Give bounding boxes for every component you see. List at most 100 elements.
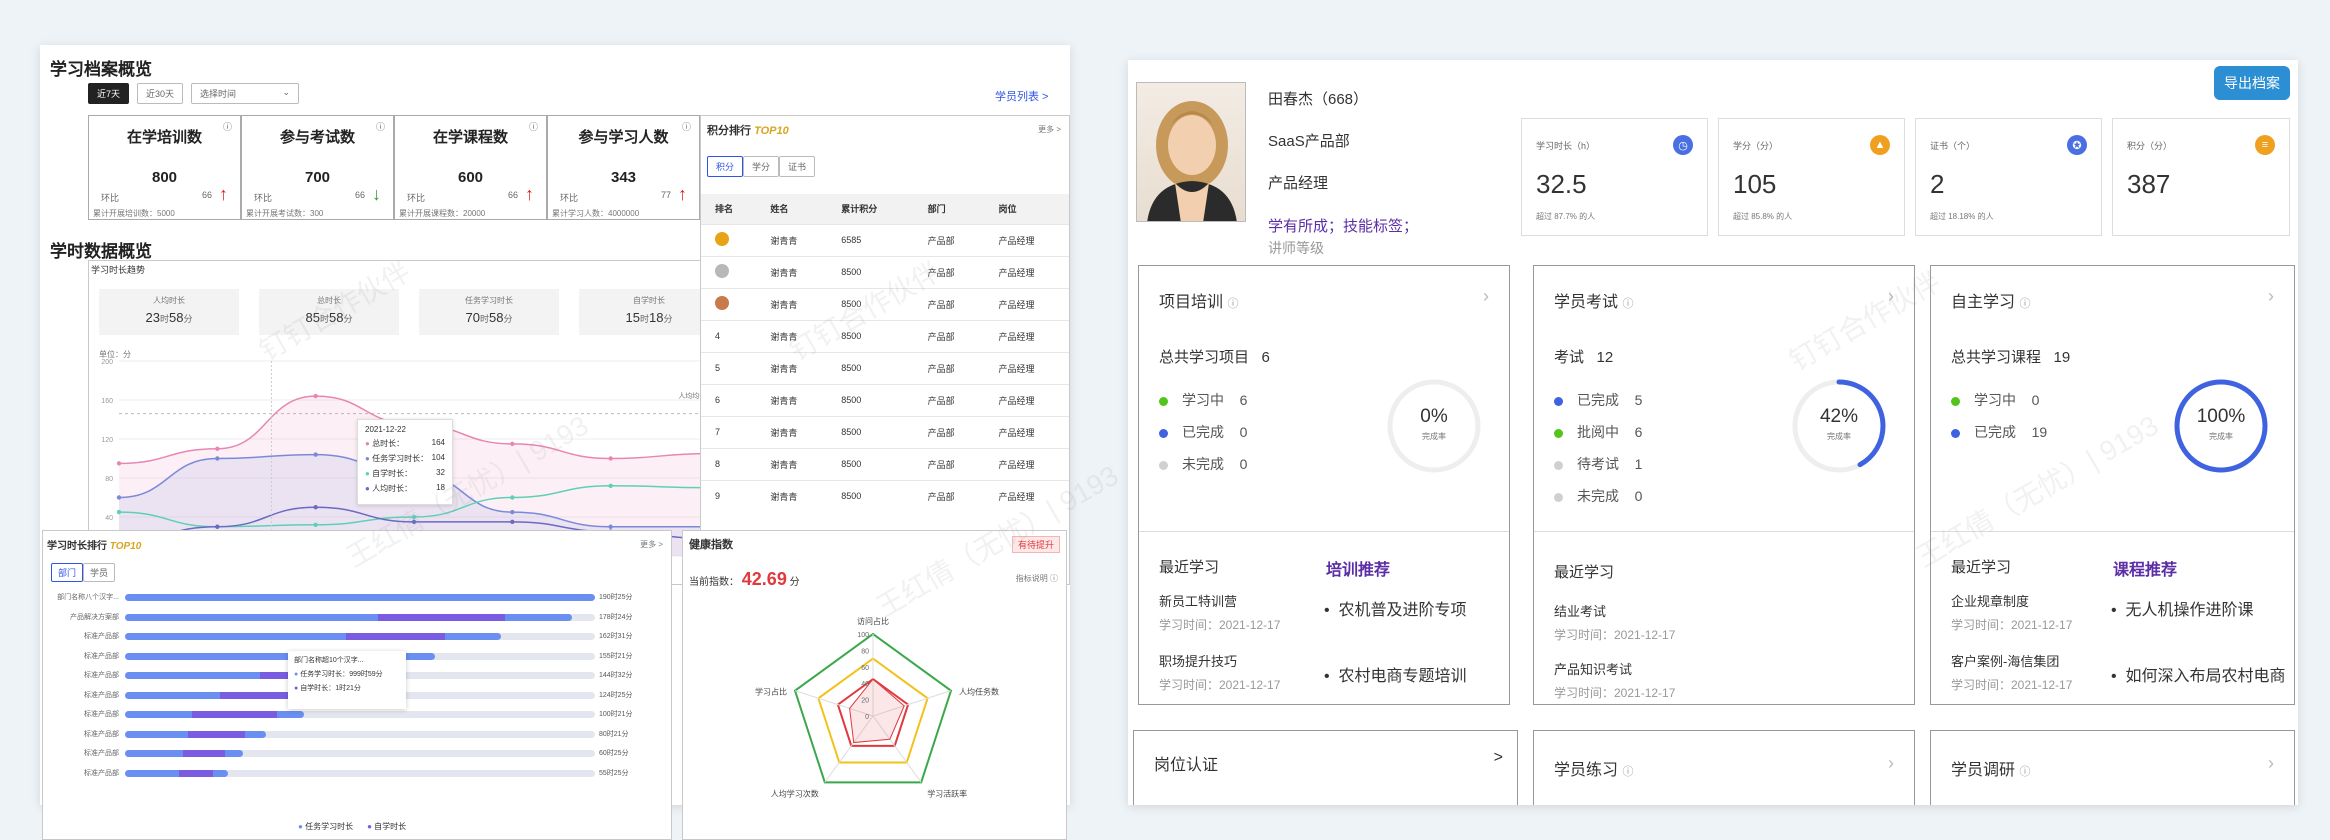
recommend-item[interactable]: • 农村电商专题培训 xyxy=(1324,662,1467,686)
status-dot xyxy=(1159,460,1168,470)
chevron-right-icon[interactable]: › xyxy=(2268,753,2274,774)
table-row[interactable]: 谢青青 6585 产品部 产品经理 xyxy=(701,223,1069,256)
info-icon: ⓘ xyxy=(681,122,691,132)
date-select[interactable]: 选择时间 ⌄ xyxy=(191,83,300,104)
export-profile-button[interactable]: 导出档案 xyxy=(2214,66,2290,100)
bar-value-label: 178时24分 xyxy=(599,613,633,621)
tooltip-row: ● 自学时长： 32 xyxy=(365,468,445,483)
tooltip-row: ● 任务学习时长： 104 xyxy=(365,453,445,468)
radar-tick-label: 40 xyxy=(861,681,869,688)
recent-list: 新员工特训营 学习时间：2021-12-17 职场提升技巧 学习时间：2021-… xyxy=(1159,591,1280,693)
status-list: 学习中 6 已完成 0 未完成 0 xyxy=(1159,384,1247,480)
table-row[interactable]: 9 谢青青 8500 产品部 产品经理 xyxy=(701,479,1069,512)
stat-total: 累计开展培训数：5000 xyxy=(93,209,175,218)
table-row[interactable]: 7 谢青青 8500 产品部 产品经理 xyxy=(701,415,1069,448)
tab-certificates[interactable]: 证书 xyxy=(779,156,816,177)
chevron-right-icon[interactable]: › xyxy=(2268,286,2274,307)
health-desc[interactable]: 指标说明 ⓘ xyxy=(1016,573,1058,584)
filter-7d-button[interactable]: 近7天 xyxy=(88,83,130,104)
cell-name: 谢青青 xyxy=(756,479,828,512)
tooltip-value: 32 xyxy=(436,468,445,477)
ratio-value: 66 xyxy=(354,190,365,200)
recent-item-name[interactable]: 企业规章制度 xyxy=(1951,591,2072,610)
module-total: 考试 12 xyxy=(1554,346,1613,367)
bar-category-label: 标准产品部 xyxy=(84,672,119,679)
cell-pos: 产品经理 xyxy=(984,319,1069,352)
recent-item-name[interactable]: 职场提升技巧 xyxy=(1159,651,1280,670)
ranking-more-link[interactable]: 更多 > xyxy=(1038,124,1061,135)
bar-row[interactable]: 产品解决方案部 178时24分 xyxy=(49,609,659,627)
bar-row[interactable]: 标准产品部 60时25分 xyxy=(49,745,659,763)
metric-beat: 超过 87.7% 的人 xyxy=(1536,212,1596,221)
module-student-practice[interactable]: 学员练习 ⓘ › xyxy=(1533,730,1915,805)
tab-credits[interactable]: 学分 xyxy=(743,156,780,177)
bar-category-label: 标准产品部 xyxy=(84,633,119,640)
stat-title: 参与学习人数 xyxy=(578,129,669,146)
cell-rank xyxy=(701,287,757,320)
table-row[interactable]: 5 谢青青 8500 产品部 产品经理 xyxy=(701,351,1069,384)
bar-row[interactable]: 标准产品部 162时31分 xyxy=(49,628,659,646)
y-tick-label: 200 xyxy=(101,359,113,366)
chevron-right-icon[interactable]: > xyxy=(1494,749,1503,767)
bar-row[interactable]: 标准产品部 55时25分 xyxy=(49,765,659,783)
student-list-link[interactable]: 学员列表 > xyxy=(995,88,1048,104)
ratio-value: 66 xyxy=(507,190,518,200)
data-point xyxy=(510,519,515,525)
recent-item-name[interactable]: 产品知识考试 xyxy=(1554,659,1675,678)
radar-tick-label: 100 xyxy=(857,632,869,639)
recommend-item[interactable]: • 无人机操作进阶课 xyxy=(2111,596,2286,620)
summary-label: 人均时长 xyxy=(153,296,185,305)
table-row[interactable]: 4 谢青青 8500 产品部 产品经理 xyxy=(701,319,1069,352)
recent-item-name[interactable]: 结业考试 xyxy=(1554,601,1675,620)
total-value: 12 xyxy=(1596,349,1614,366)
cell-name: 谢青青 xyxy=(756,223,828,256)
bar-track xyxy=(125,711,595,718)
status-label: 未完成 xyxy=(1577,488,1619,504)
stat-title: 在学课程数 xyxy=(432,129,508,146)
hours-ranking-more-link[interactable]: 更多 > xyxy=(640,539,663,550)
module-student-survey[interactable]: 学员调研 ⓘ › xyxy=(1930,730,2295,805)
tab-points[interactable]: 积分 xyxy=(707,156,744,177)
bar-category-label: 标准产品部 xyxy=(84,769,119,777)
cell-dept: 产品部 xyxy=(913,383,985,416)
table-row[interactable]: 谢青青 8500 产品部 产品经理 xyxy=(701,287,1069,320)
bar-category-label: 标准产品部 xyxy=(84,691,119,699)
table-row[interactable]: 8 谢青青 8500 产品部 产品经理 xyxy=(701,447,1069,480)
right-profile-panel: 导出档案 田春杰（668） SaaS产品部 产品经理 学有所成；技能标签； 讲师… xyxy=(1128,60,2298,805)
tab-student[interactable]: 学员 xyxy=(83,563,116,582)
bar-row[interactable]: 部门名称八个汉字... 190时25分 xyxy=(49,589,659,607)
completion-label: 完成率 xyxy=(1827,432,1851,441)
status-value: 5 xyxy=(1634,392,1643,408)
completion-label: 完成率 xyxy=(2209,432,2233,441)
bar-row[interactable]: 标准产品部 80时21分 xyxy=(49,726,659,744)
table-row[interactable]: 谢青青 8500 产品部 产品经理 xyxy=(701,255,1069,288)
cell-dept: 产品部 xyxy=(913,479,985,512)
recent-item-name[interactable]: 新员工特训营 xyxy=(1159,591,1280,610)
ratio-label: 环比 xyxy=(101,193,120,203)
module-post-certification[interactable]: 岗位认证 > xyxy=(1133,730,1518,805)
y-tick-label: 160 xyxy=(101,398,113,405)
radar-tick-label: 80 xyxy=(861,648,869,655)
chevron-right-icon[interactable]: › xyxy=(1483,286,1489,307)
summary-hours: 15 xyxy=(625,310,640,325)
overview-title: 学习档案概览 xyxy=(50,60,152,79)
filter-30d-button[interactable]: 近30天 xyxy=(137,83,184,104)
data-point xyxy=(313,452,318,457)
summary-minutes: 58 xyxy=(329,310,344,325)
bar-self xyxy=(179,769,213,777)
recommend-item[interactable]: • 农机普及进阶专项 xyxy=(1324,596,1467,620)
data-point xyxy=(215,524,220,529)
recent-item-name[interactable]: 客户案例-海信集团 xyxy=(1951,651,2072,670)
table-row[interactable]: 6 谢青青 8500 产品部 产品经理 xyxy=(701,383,1069,416)
cell-pos: 产品经理 xyxy=(984,383,1069,416)
cell-rank: 5 xyxy=(701,351,757,384)
minute-unit: 分 xyxy=(503,314,513,324)
tab-department[interactable]: 部门 xyxy=(51,563,84,582)
chevron-right-icon[interactable]: › xyxy=(1888,286,1894,307)
cell-score: 8500 xyxy=(827,479,914,512)
health-value: 42.69 xyxy=(741,569,787,589)
cell-pos: 产品经理 xyxy=(984,479,1069,512)
recommend-item[interactable]: • 如何深入布局农村电商 xyxy=(2111,662,2286,686)
trend-summary: 人均时长 23时58分 总时长 85时58分 任务学习时长 70时58分 自学时… xyxy=(99,289,719,335)
chevron-right-icon[interactable]: › xyxy=(1888,753,1894,774)
